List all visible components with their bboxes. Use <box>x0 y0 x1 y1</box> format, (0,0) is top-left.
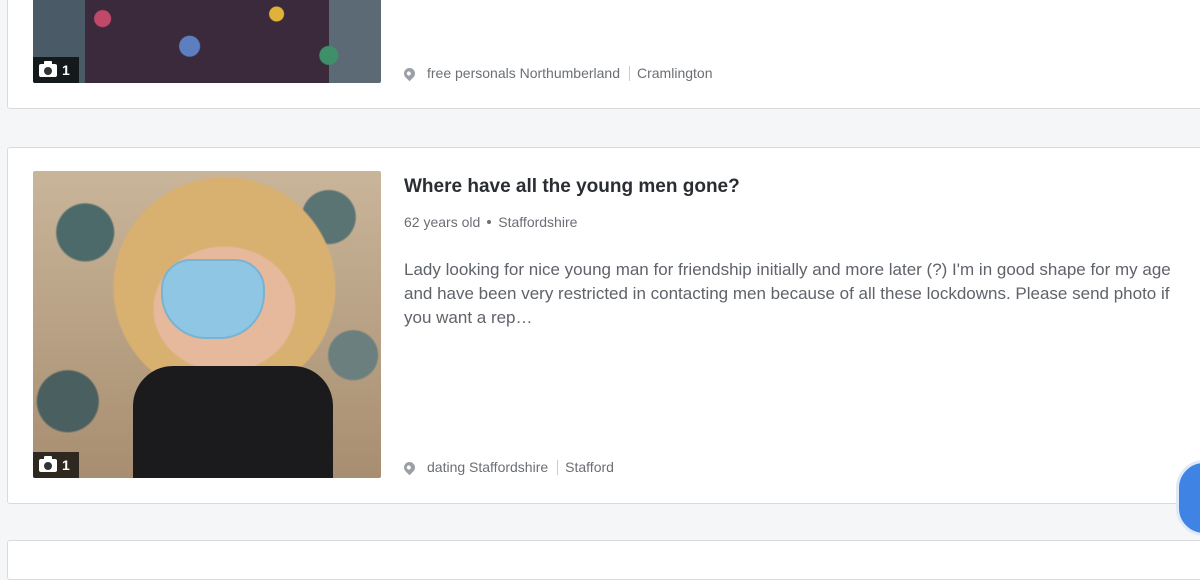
photo-count: 1 <box>62 62 70 78</box>
camera-icon <box>39 455 57 472</box>
listing-region: Staffordshire <box>498 214 578 230</box>
meta-separator-dot <box>487 220 492 224</box>
listing-photo[interactable]: 1 <box>33 0 381 83</box>
photo-detail <box>161 259 265 339</box>
town-link[interactable]: Stafford <box>565 459 614 475</box>
listing-card[interactable]: 1 Where have all the young men gone? 62 … <box>7 147 1200 504</box>
photo-count-badge: 1 <box>33 57 79 83</box>
listing-meta: 62 years old Staffordshire <box>404 214 577 230</box>
divider <box>557 459 559 475</box>
listing-card[interactable]: 1 free personals Northumberland Cramling… <box>7 0 1200 109</box>
location-link[interactable]: free personals Northumberland <box>427 65 620 81</box>
photo-count: 1 <box>62 457 70 473</box>
listing-card[interactable] <box>7 540 1200 580</box>
listing-description: Lady looking for nice young man for frie… <box>404 260 1171 327</box>
listing-title[interactable]: Where have all the young men gone? <box>404 176 740 198</box>
photo-count-badge: 1 <box>33 452 79 478</box>
listing-photo[interactable]: 1 <box>33 171 381 478</box>
listing-age: 62 years old <box>404 214 481 230</box>
location-link[interactable]: dating Staffordshire <box>427 459 548 475</box>
listing-location: dating Staffordshire Stafford <box>401 459 614 475</box>
town-link[interactable]: Cramlington <box>637 65 712 81</box>
camera-icon <box>39 60 57 77</box>
map-pin-icon <box>401 65 418 81</box>
map-pin-icon <box>401 459 418 475</box>
divider <box>629 65 630 81</box>
listing-location: free personals Northumberland Cramlingto… <box>401 65 712 81</box>
photo-detail <box>133 366 333 478</box>
